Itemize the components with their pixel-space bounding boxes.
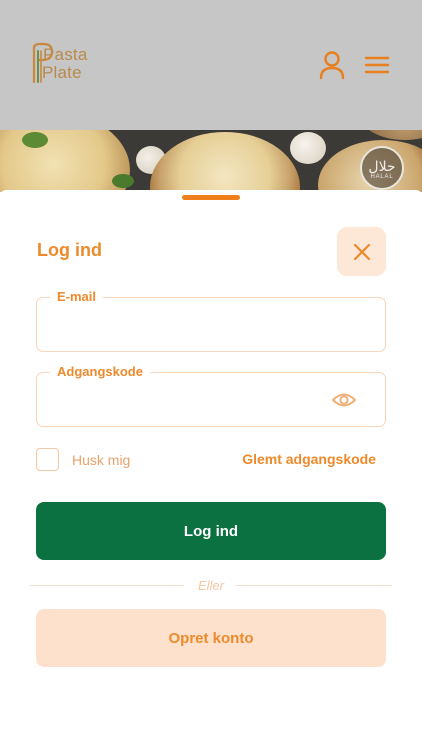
remember-row: Husk mig Glemt adgangskode <box>36 448 386 472</box>
pasta-plate-image <box>150 132 300 192</box>
remember-me-checkbox[interactable] <box>36 448 59 471</box>
or-divider: Eller <box>30 577 392 593</box>
email-input[interactable] <box>49 312 329 338</box>
user-icon[interactable] <box>318 50 346 80</box>
app-header: Pasta Plate <box>0 0 422 130</box>
pasta-plate-image <box>360 130 422 140</box>
divider-line <box>236 585 392 586</box>
halal-badge-glyph: حلال <box>368 157 396 174</box>
email-field[interactable]: E-mail <box>36 289 386 352</box>
basil-leaf-image <box>22 132 48 148</box>
forgot-password-link[interactable]: Glemt adgangskode <box>242 451 376 467</box>
pasta-plate-image <box>0 130 130 192</box>
sheet-title: Log ind <box>37 240 102 260</box>
eye-icon[interactable] <box>331 390 357 410</box>
halal-badge: حلال HALAL <box>360 146 404 190</box>
logo-line-2: Plate <box>42 63 82 82</box>
login-button[interactable]: Log ind <box>36 502 386 560</box>
login-screen: Pasta Plate حلال HALAL Log ind E-mail Ad… <box>0 0 422 750</box>
email-label: E-mail <box>50 289 104 304</box>
sheet-drag-handle[interactable] <box>182 195 240 200</box>
remember-me-label[interactable]: Husk mig <box>72 452 130 468</box>
basil-leaf-image <box>112 174 134 188</box>
logo-wordmark: Pasta Plate <box>40 46 120 81</box>
pasta-plate-logo[interactable]: Pasta Plate <box>28 42 98 86</box>
halal-badge-text: HALAL <box>370 173 394 180</box>
mushroom-image <box>290 132 326 164</box>
hamburger-menu-icon[interactable] <box>364 54 390 76</box>
create-account-button[interactable]: Opret konto <box>36 609 386 667</box>
close-button[interactable] <box>337 227 386 276</box>
password-input[interactable] <box>49 387 329 413</box>
password-field[interactable]: Adgangskode <box>36 364 386 427</box>
login-bottom-sheet: Log ind E-mail Adgangskode Husk mig Glem… <box>0 190 422 750</box>
close-icon <box>353 243 370 260</box>
hero-food-image <box>0 130 422 192</box>
logo-line-1: Pasta <box>43 45 88 64</box>
password-label: Adgangskode <box>50 364 150 379</box>
